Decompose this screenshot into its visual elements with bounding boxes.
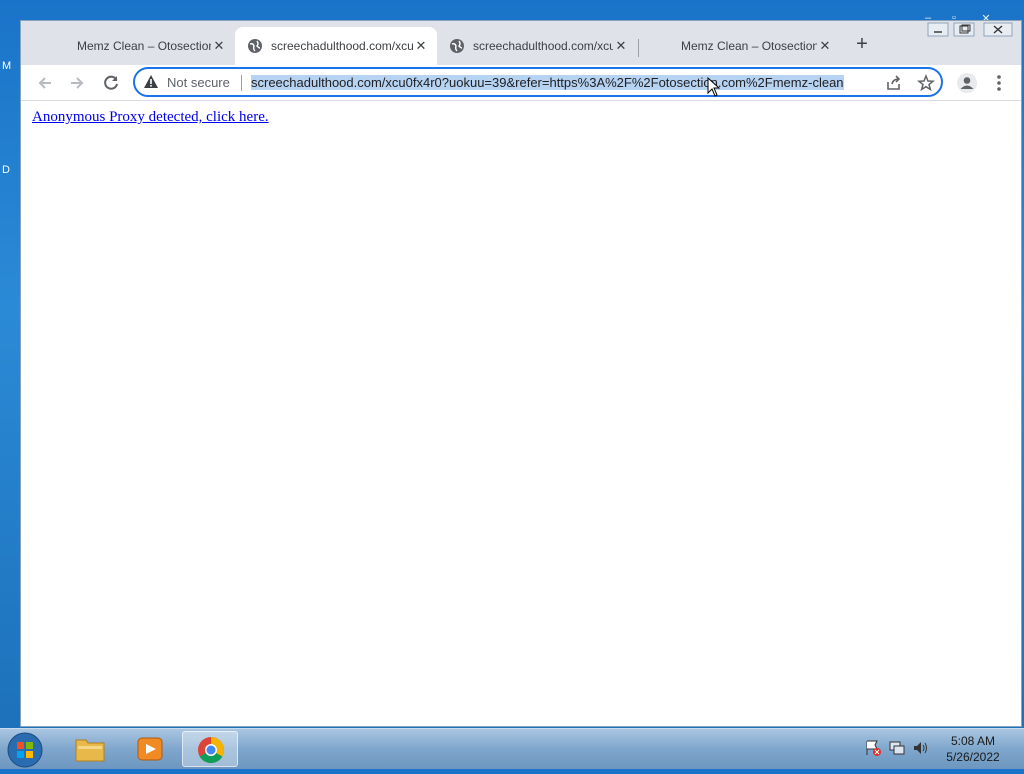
action-center-flag-icon[interactable] [864, 739, 882, 757]
close-tab-icon[interactable]: ✕ [211, 38, 227, 54]
taskbar-explorer-button[interactable] [62, 731, 118, 767]
chrome-icon [198, 737, 225, 764]
taskbar-chrome-button[interactable] [182, 731, 238, 767]
browser-window: Memz Clean – Otosection ✕ screechadultho… [20, 20, 1022, 727]
url-selection: screechadulthood.com/xcu0fx4r0?uokuu=39&… [251, 75, 844, 90]
taskbar-clock[interactable]: 5:08 AM 5/26/2022 [942, 733, 1004, 765]
tab-title: screechadulthood.com/xcu0fx4r0 [473, 39, 613, 53]
profile-avatar-icon[interactable] [955, 71, 979, 95]
forward-button[interactable] [65, 71, 89, 95]
menu-kebab-icon[interactable] [989, 71, 1009, 95]
tab-screechadulthood[interactable]: screechadulthood.com/xcu0fx4r0 ✕ [439, 27, 637, 65]
start-button[interactable] [6, 731, 44, 769]
address-bar[interactable]: Not secure screechadulthood.com/xcu0fx4r… [133, 67, 943, 97]
tab-screechadulthood-active[interactable]: screechadulthood.com/xcu0fx4r0 ✕ [235, 27, 437, 65]
close-tab-icon[interactable]: ✕ [817, 38, 833, 54]
desktop-icon-label-fragment: D [2, 164, 10, 176]
tab-title: Memz Clean – Otosection [681, 39, 817, 53]
tab-title: Memz Clean – Otosection [77, 39, 211, 53]
omnibox-divider [241, 75, 242, 91]
proxy-detected-link[interactable]: Anonymous Proxy detected, click here. [32, 109, 269, 126]
clock-date: 5/26/2022 [946, 750, 1000, 764]
blank-favicon-icon [41, 38, 69, 54]
minimize-window-icon[interactable] [927, 22, 949, 38]
new-tab-button[interactable]: + [851, 34, 873, 56]
bookmark-star-icon[interactable] [917, 73, 935, 92]
taskbar: 5:08 AM 5/26/2022 [0, 728, 1024, 769]
network-icon[interactable] [888, 739, 906, 757]
tab-strip: Memz Clean – Otosection ✕ screechadultho… [21, 21, 1021, 65]
tab-memz-clean-2[interactable]: Memz Clean – Otosection ✕ [641, 27, 841, 65]
tab-memz-clean[interactable]: Memz Clean – Otosection ✕ [29, 27, 235, 65]
mouse-cursor-icon [707, 76, 721, 97]
close-tab-icon[interactable]: ✕ [413, 38, 429, 54]
back-button[interactable] [33, 71, 57, 95]
warning-icon[interactable] [143, 74, 159, 90]
blank-favicon-icon [653, 38, 673, 54]
taskbar-media-player-button[interactable] [122, 731, 178, 767]
volume-icon[interactable] [912, 739, 930, 757]
clock-time: 5:08 AM [950, 734, 996, 748]
desktop-icon-label-fragment: M [2, 60, 12, 72]
page-content: Anonymous Proxy detected, click here. [21, 101, 1021, 726]
media-player-icon [137, 737, 163, 761]
tab-title: screechadulthood.com/xcu0fx4r0 [271, 39, 413, 53]
browser-toolbar: Not secure screechadulthood.com/xcu0fx4r… [21, 65, 1021, 101]
tab-separator [638, 39, 639, 57]
url-text[interactable]: screechadulthood.com/xcu0fx4r0?uokuu=39&… [251, 73, 877, 93]
folder-icon [75, 739, 105, 762]
close-tab-icon[interactable]: ✕ [613, 38, 629, 54]
desktop-background: M D [0, 0, 22, 728]
close-window-icon[interactable] [983, 22, 1013, 38]
not-secure-label[interactable]: Not secure [167, 75, 230, 90]
reload-button[interactable] [99, 71, 123, 95]
globe-icon [449, 38, 465, 54]
share-icon[interactable] [885, 74, 903, 92]
restore-window-icon[interactable] [953, 22, 975, 38]
globe-icon [247, 38, 263, 54]
